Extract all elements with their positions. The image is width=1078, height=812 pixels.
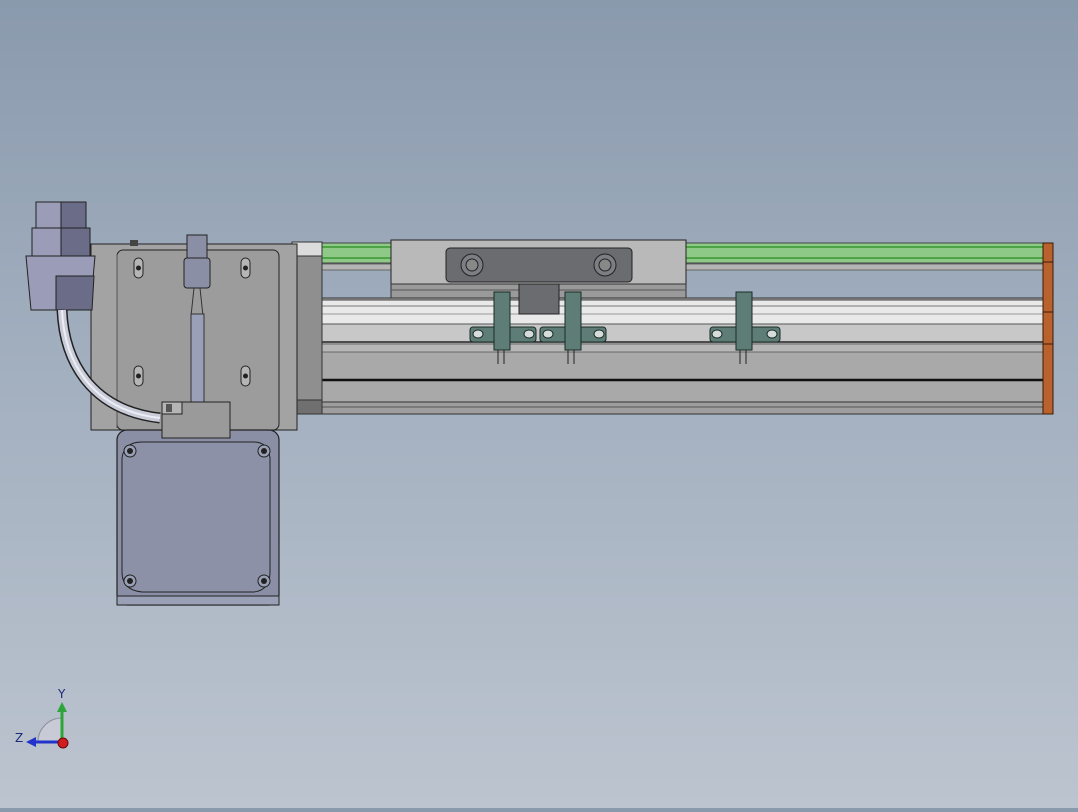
end-cap[interactable] [1042, 242, 1054, 415]
triad-graphic [26, 702, 69, 749]
axis-triad[interactable]: Y Z [10, 682, 90, 762]
y-axis-label: Y [58, 687, 66, 701]
motor-connector[interactable] [25, 201, 96, 311]
cad-viewport[interactable]: Y Z [0, 0, 1078, 808]
assembly-drawing [25, 201, 1054, 606]
z-axis-label: Z [15, 731, 24, 745]
linear-rail[interactable] [319, 297, 1046, 415]
servo-motor[interactable] [116, 401, 280, 606]
